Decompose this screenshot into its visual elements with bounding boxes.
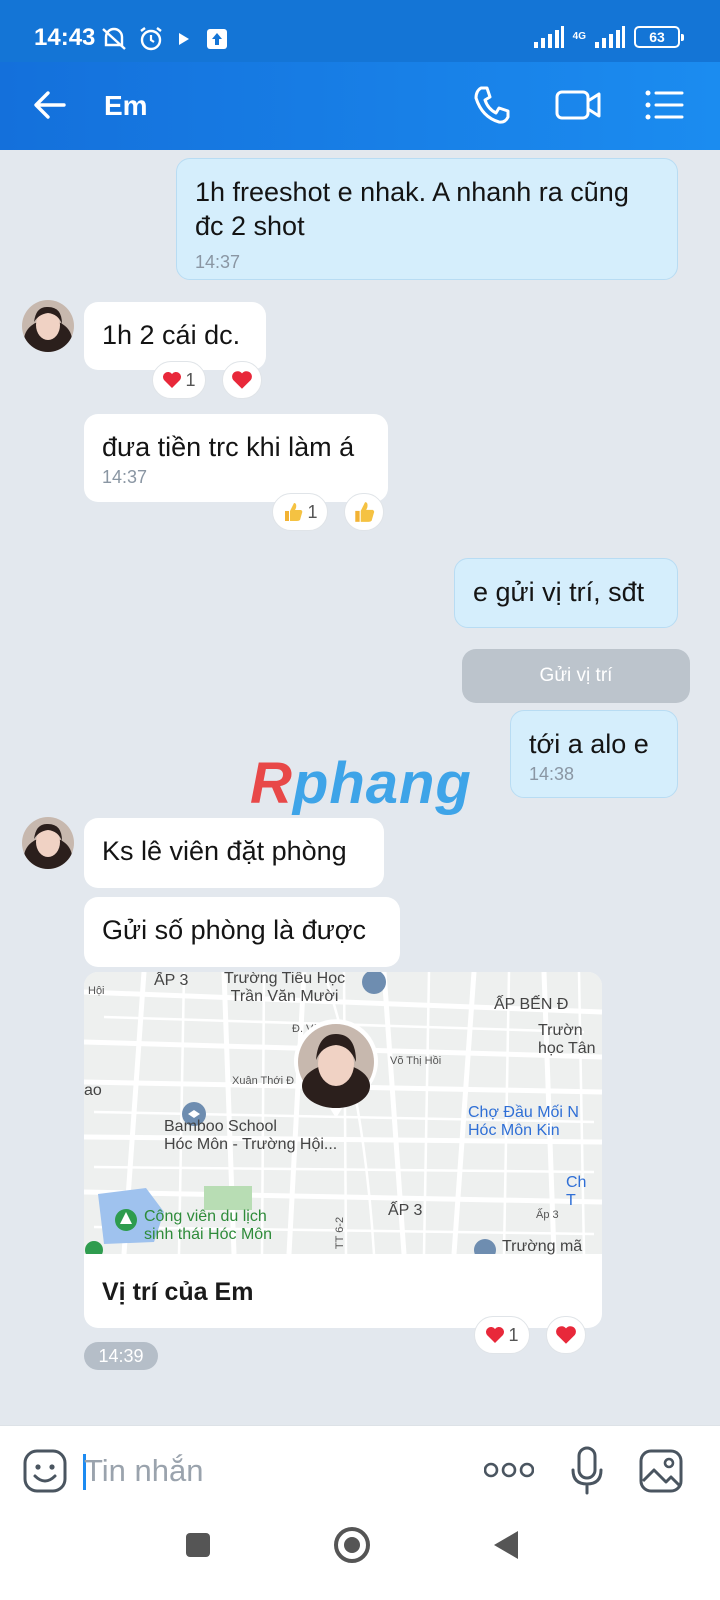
message-time-chip: 14:39 [84, 1342, 158, 1370]
status-icons-left [100, 26, 230, 52]
thumbs-up-icon [285, 503, 303, 521]
heart-icon [556, 1326, 576, 1344]
outgoing-message[interactable]: e gửi vị trí, sđt [454, 558, 678, 628]
map-label: Công viên du lịch sinh thái Hóc Môn [144, 1208, 273, 1243]
recent-apps-icon[interactable] [184, 1531, 212, 1559]
map-label: ẤP BẾN Đ [494, 996, 569, 1013]
microphone-icon[interactable] [570, 1446, 604, 1496]
map-label: Xuân Thới Đ [232, 1075, 295, 1087]
incoming-message[interactable]: Ks lê viên đặt phòng [84, 818, 384, 888]
map-label: ao [84, 1082, 102, 1099]
message-text: tới a alo e [529, 729, 649, 759]
thumbs-up-icon [355, 502, 375, 522]
map-label: Trường Tiểu Học Trần Văn Mười [224, 972, 346, 1005]
map-label: Ch T [566, 1174, 587, 1209]
menu-list-icon[interactable] [644, 84, 684, 126]
message-text: 1h 2 cái dc. [102, 320, 241, 350]
play-icon [179, 33, 189, 45]
outgoing-message[interactable]: 1h freeshot e nhak. A nhanh ra cũng đc 2… [176, 158, 678, 280]
back-arrow-icon[interactable] [32, 88, 68, 122]
contact-name[interactable]: Em [104, 90, 148, 122]
message-text: Gửi số phòng là được [102, 915, 366, 945]
map-label: Trườn học Tân [538, 1022, 596, 1057]
reaction-button[interactable] [222, 361, 262, 399]
heart-icon [163, 372, 182, 388]
location-card[interactable]: ẤP 3 Hội Trường Tiểu Học Trần Văn Mười Ấ… [84, 972, 602, 1328]
alarm-icon [140, 27, 162, 51]
heart-icon [486, 1327, 505, 1343]
phone-icon[interactable] [472, 84, 512, 126]
reaction-count[interactable]: 1 [272, 493, 328, 531]
reaction-count[interactable]: 1 [474, 1316, 530, 1354]
chat-header: Em [0, 62, 720, 150]
signal-icon [533, 26, 564, 48]
watermark-letter: R [250, 751, 293, 816]
incoming-message[interactable]: 1h 2 cái dc. [84, 302, 266, 370]
map-label: Võ Thị Hồi [390, 1055, 442, 1067]
signal-icon-2 [595, 26, 625, 48]
map-label: Bamboo School Hóc Môn - Trường Hội... [164, 1118, 338, 1153]
chat-area[interactable]: 1h freeshot e nhak. A nhanh ra cũng đc 2… [0, 150, 720, 1425]
avatar[interactable] [22, 300, 74, 352]
watermark-logo: Rphang [250, 750, 472, 817]
back-icon[interactable] [492, 1529, 520, 1561]
incoming-message[interactable]: đưa tiền trc khi làm á 14:37 [84, 414, 388, 502]
message-text: 1h freeshot e nhak. A nhanh ra cũng đc 2… [195, 177, 629, 241]
reaction-number: 1 [185, 369, 196, 390]
heart-icon [232, 371, 252, 389]
battery-icon: 63 [634, 26, 684, 48]
map-label: ẤP 3 [154, 972, 189, 989]
message-time: 14:37 [102, 467, 148, 487]
video-camera-icon[interactable] [554, 84, 602, 126]
map-label: Trường mã [502, 1238, 583, 1255]
location-map[interactable]: ẤP 3 Hội Trường Tiểu Học Trần Văn Mười Ấ… [84, 972, 602, 1255]
message-text: e gửi vị trí, sđt [473, 577, 645, 607]
outgoing-message[interactable]: tới a alo e 14:38 [510, 710, 678, 798]
system-navigation-bar [0, 1517, 720, 1600]
send-location-notice[interactable]: Gửi vị trí [462, 649, 690, 703]
muted-bell-icon [102, 27, 126, 50]
status-time: 14:43 [34, 24, 96, 51]
map-label: Hội [88, 985, 105, 997]
status-icons-right: 4G 63 [533, 26, 684, 48]
reaction-number: 1 [307, 501, 318, 522]
upload-icon [207, 29, 227, 49]
reaction-button[interactable] [546, 1316, 586, 1354]
message-text: đưa tiền trc khi làm á [102, 432, 355, 462]
message-text: Ks lê viên đặt phòng [102, 836, 347, 866]
avatar[interactable] [22, 817, 74, 869]
map-label: Chợ Đầu Mối N Hóc Môn Kin [468, 1104, 579, 1139]
map-label: ẤP 3 [388, 1202, 423, 1219]
status-bar: 14:43 4G 63 [0, 0, 720, 62]
more-options-icon[interactable] [484, 1460, 534, 1480]
sticker-icon[interactable] [22, 1448, 68, 1494]
message-input[interactable]: Tin nhắn [84, 1448, 204, 1494]
reaction-button[interactable] [344, 493, 384, 531]
reaction-count[interactable]: 1 [152, 361, 206, 399]
network-type: 4G [572, 31, 586, 42]
image-gallery-icon[interactable] [638, 1448, 684, 1494]
location-caption: Vị trí của Em [102, 1278, 254, 1306]
watermark-text: phang [292, 751, 472, 816]
message-time: 14:38 [529, 764, 575, 784]
message-input-bar: Tin nhắn [0, 1425, 720, 1517]
message-time: 14:37 [195, 252, 241, 272]
map-label: Ấp 3 [536, 1209, 559, 1221]
incoming-message[interactable]: Gửi số phòng là được [84, 897, 400, 967]
home-icon[interactable] [332, 1525, 372, 1565]
reaction-number: 1 [508, 1324, 519, 1345]
location-pin-icon [294, 1019, 378, 1118]
map-label: TT 6-2 [334, 1216, 347, 1250]
